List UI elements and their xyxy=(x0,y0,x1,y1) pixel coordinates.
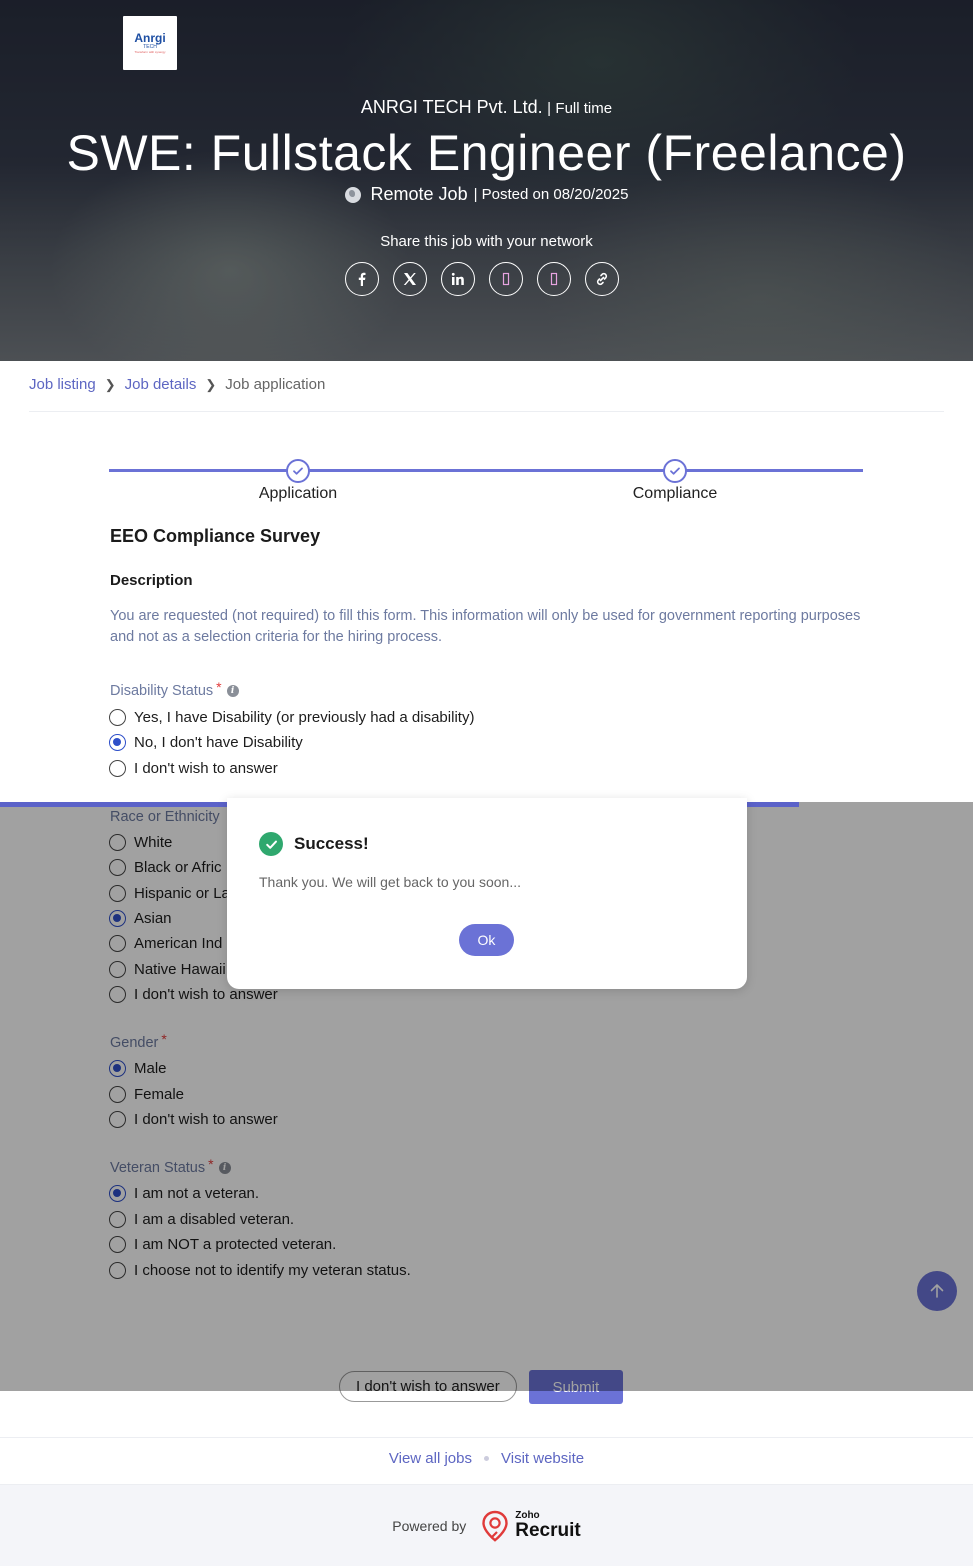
step-compliance-check-icon xyxy=(663,459,687,483)
logo-name: Anrgi xyxy=(134,30,166,45)
radio-label: No, I don't have Disability xyxy=(134,734,303,751)
radio-button[interactable] xyxy=(109,709,126,726)
brand-main: Recruit xyxy=(515,1520,581,1541)
job-type: Full time xyxy=(555,100,613,117)
radio-label: Yes, I have Disability (or previously ha… xyxy=(134,709,475,726)
separator-dot xyxy=(484,1456,489,1461)
share-icon-5 xyxy=(550,272,558,286)
success-dialog: Success! Thank you. We will get back to … xyxy=(227,798,747,989)
visit-website-link[interactable]: Visit website xyxy=(501,1450,584,1467)
company-separator: | xyxy=(547,100,551,117)
share-icon-4 xyxy=(502,272,510,286)
divider xyxy=(29,411,944,412)
job-posted-date: | Posted on 08/20/2025 xyxy=(473,186,629,203)
company-logo[interactable]: Anrgi TECH Transform with synergy xyxy=(123,16,177,70)
powered-by-label: Powered by xyxy=(392,1517,467,1534)
chevron-right-icon: ❯ xyxy=(205,376,217,392)
job-meta: Remote Job | Posted on 08/20/2025 xyxy=(0,184,973,205)
dialog-message: Thank you. We will get back to you soon.… xyxy=(259,874,521,890)
powered-by-bar: Powered by Zoho Recruit xyxy=(0,1484,973,1566)
zoho-recruit-wordmark: Zoho Recruit xyxy=(515,1511,581,1541)
copy-link-button[interactable] xyxy=(585,262,619,296)
required-asterisk: * xyxy=(216,679,222,695)
info-icon[interactable]: i xyxy=(226,685,239,697)
x-icon xyxy=(403,273,416,285)
dialog-header: Success! xyxy=(259,832,369,856)
globe-icon xyxy=(344,186,361,203)
view-all-jobs-link[interactable]: View all jobs xyxy=(389,1450,472,1467)
zoho-recruit-pin-icon xyxy=(482,1510,508,1542)
company-name: ANRGI TECH Pvt. Ltd. xyxy=(360,97,543,117)
linkedin-icon xyxy=(451,272,464,285)
step-compliance-label[interactable]: Compliance xyxy=(575,485,775,503)
step-application-label[interactable]: Application xyxy=(198,485,398,503)
breadcrumb-job-listing[interactable]: Job listing xyxy=(29,376,96,393)
divider xyxy=(0,1437,973,1438)
survey-title: EEO Compliance Survey xyxy=(110,526,321,546)
job-title: SWE: Fullstack Engineer (Freelance) xyxy=(66,125,907,181)
success-check-icon xyxy=(259,832,283,856)
disability-status-label: Disability Status * i xyxy=(110,679,239,699)
dialog-title: Success! xyxy=(294,834,369,853)
disability-option-no[interactable]: No, I don't have Disability xyxy=(109,734,303,751)
zoho-recruit-logo[interactable]: Zoho Recruit xyxy=(480,1510,581,1542)
breadcrumb-job-application: Job application xyxy=(225,376,326,393)
question-label-text: Disability Status xyxy=(110,683,214,699)
link-icon xyxy=(596,272,608,286)
radio-button[interactable] xyxy=(109,760,126,777)
disability-option-yes[interactable]: Yes, I have Disability (or previously ha… xyxy=(109,709,474,726)
logo-tagline: Transform with synergy xyxy=(134,49,166,54)
stepper-progress-line xyxy=(109,469,863,472)
x-share-button[interactable] xyxy=(393,262,427,296)
ok-button[interactable]: Ok xyxy=(459,924,514,956)
share-button-5[interactable] xyxy=(537,262,571,296)
share-label: Share this job with your network xyxy=(380,233,593,250)
facebook-share-button[interactable] xyxy=(345,262,379,296)
radio-label: I don't wish to answer xyxy=(134,760,278,777)
share-button-4[interactable] xyxy=(489,262,523,296)
chevron-right-icon: ❯ xyxy=(104,376,116,392)
step-application-check-icon xyxy=(286,459,310,483)
facebook-icon xyxy=(358,272,366,286)
disability-option-decline[interactable]: I don't wish to answer xyxy=(109,760,278,777)
description-label: Description xyxy=(110,572,193,589)
breadcrumb: Job listing ❯ Job details ❯ Job applicat… xyxy=(29,376,325,393)
job-location: Remote Job xyxy=(370,184,468,204)
linkedin-share-button[interactable] xyxy=(441,262,475,296)
breadcrumb-job-details[interactable]: Job details xyxy=(125,376,197,393)
share-buttons xyxy=(345,262,619,296)
description-text: You are requested (not required) to fill… xyxy=(110,608,861,645)
radio-button-selected[interactable] xyxy=(109,734,126,751)
footer-links: View all jobs Visit website xyxy=(0,1450,973,1467)
job-hero-banner: Anrgi TECH Transform with synergy ANRGI … xyxy=(0,0,973,361)
company-line: ANRGI TECH Pvt. Ltd. | Full time xyxy=(0,97,973,118)
